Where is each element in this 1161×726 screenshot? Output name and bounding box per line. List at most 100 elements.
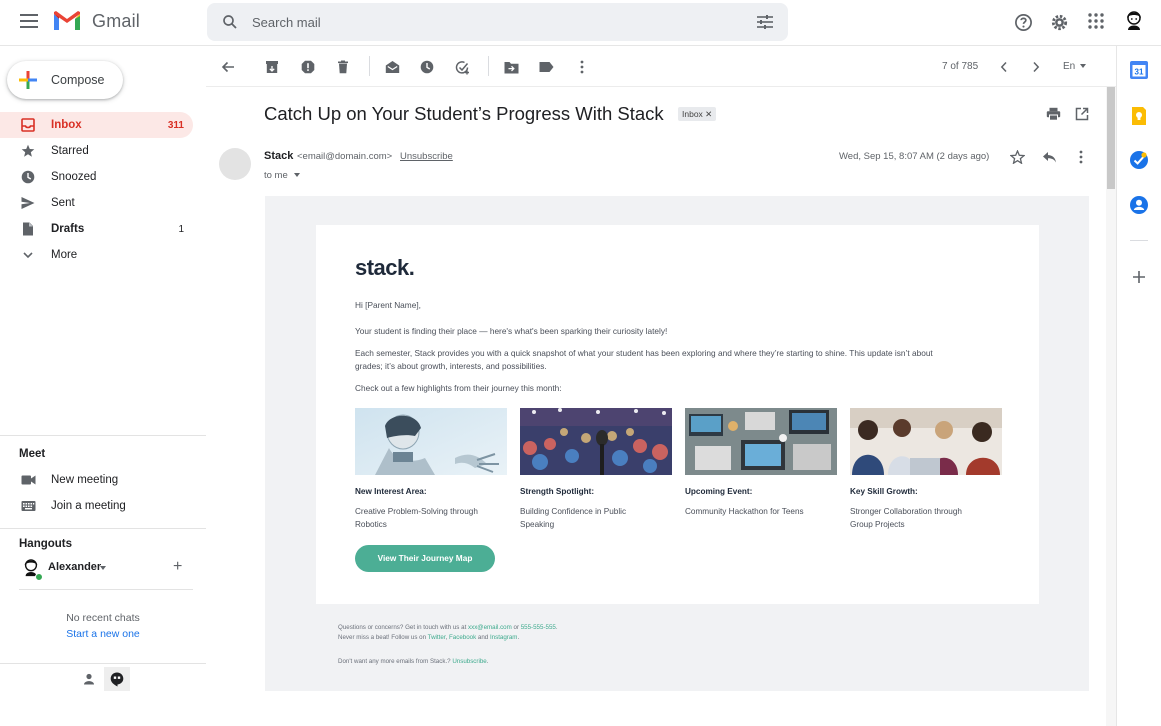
robot-image [355, 408, 507, 475]
new-chat-plus-icon[interactable]: + [173, 558, 182, 576]
greeting: Hi [Parent Name], [355, 300, 421, 310]
footer-text: Don't want any more emails from Stack.? [338, 658, 453, 665]
main-menu-icon[interactable] [20, 14, 38, 28]
gmail-logo[interactable]: Gmail [52, 10, 140, 32]
start-new-chat-link[interactable]: Start a new one [0, 628, 206, 640]
search-icon[interactable] [221, 13, 239, 31]
nav-item-drafts[interactable]: Drafts 1 [0, 216, 193, 242]
highlight-card: New Interest Area: Creative Problem-Solv… [355, 408, 507, 531]
nav-item-more[interactable]: More [0, 242, 193, 268]
nav-item-sent[interactable]: Sent [0, 190, 193, 216]
apps-grid-icon[interactable] [1088, 13, 1104, 29]
message-more-options-icon[interactable] [1073, 149, 1089, 165]
hackathon-desk-image [685, 408, 837, 475]
snooze-clock-icon[interactable] [419, 59, 435, 75]
compose-plus-icon [19, 71, 37, 89]
footer-text: and [476, 634, 490, 641]
scroll-thumb[interactable] [1107, 87, 1115, 189]
input-language-selector[interactable]: En [1063, 61, 1086, 72]
search-input[interactable] [252, 12, 732, 32]
status-dropdown-icon[interactable] [100, 566, 106, 570]
tasks-icon[interactable] [1129, 150, 1149, 170]
hangouts-icon [110, 672, 124, 686]
footer-text: or [511, 624, 521, 631]
footer-email-link[interactable]: xxx@email.com [468, 624, 512, 631]
highlight-title: New Interest Area: [355, 487, 427, 496]
highlight-desc-line: Building Confidence in Public [520, 507, 627, 516]
hangouts-tab[interactable] [104, 667, 130, 691]
reply-icon[interactable] [1041, 149, 1057, 165]
move-to-folder-icon[interactable] [503, 59, 519, 75]
nav-item-inbox[interactable]: Inbox 311 [0, 112, 193, 138]
nav-item-snoozed[interactable]: Snoozed [0, 164, 193, 190]
search-bar[interactable] [207, 3, 788, 41]
bottom-tabs [0, 663, 206, 691]
newer-chevron-icon[interactable] [996, 59, 1012, 75]
message-scrollbar[interactable] [1106, 87, 1116, 726]
add-to-tasks-icon[interactable] [454, 59, 470, 75]
mark-unread-icon[interactable] [384, 59, 400, 75]
sender-name[interactable]: Stack [264, 150, 293, 162]
draft-icon [23, 222, 33, 236]
unread-count: 311 [167, 119, 184, 131]
email-date: Wed, Sep 15, 8:07 AM (2 days ago) [839, 151, 990, 162]
open-in-new-window-icon[interactable] [1074, 106, 1090, 122]
stack-logo: stack. [355, 255, 415, 280]
online-status-dot [35, 573, 43, 581]
account-avatar-icon[interactable] [1124, 10, 1144, 32]
highlight-title: Key Skill Growth: [850, 487, 918, 496]
calendar-icon[interactable]: 31 [1129, 60, 1149, 80]
recipient-details-toggle[interactable]: to me [264, 170, 300, 181]
meet-section-title: Meet [19, 448, 46, 460]
report-spam-icon[interactable] [300, 59, 316, 75]
highlight-card: Upcoming Event: Community Hackathon for … [685, 408, 837, 518]
search-options-icon[interactable] [756, 14, 774, 30]
new-meeting-button[interactable]: New meeting [0, 468, 200, 492]
draft-count: 1 [178, 223, 184, 235]
nav-label: Starred [51, 145, 89, 157]
highlight-card: Key Skill Growth: Stronger Collaboration… [850, 408, 1002, 531]
hangouts-section-title: Hangouts [19, 538, 73, 550]
back-arrow-icon[interactable] [220, 59, 236, 75]
star-message-icon[interactable] [1009, 149, 1025, 165]
footer-contact-line: Questions or concerns? Get in touch with… [338, 624, 558, 631]
instagram-link[interactable]: Instagram [490, 634, 518, 641]
highlight-description: Creative Problem-Solving through Robotics [355, 505, 507, 531]
star-icon [21, 144, 35, 157]
more-options-icon[interactable] [574, 59, 590, 75]
divider [19, 589, 193, 590]
inbox-label-chip[interactable]: Inbox ✕ [678, 107, 717, 121]
footer-phone-link[interactable]: 555-555-555 [521, 624, 556, 631]
nav-item-starred[interactable]: Starred [0, 138, 193, 164]
twitter-link[interactable]: Twitter [428, 634, 446, 641]
older-chevron-icon[interactable] [1028, 59, 1044, 75]
hangouts-user[interactable]: Alexander + [0, 554, 200, 581]
rail-divider [1130, 240, 1148, 241]
delete-icon[interactable] [335, 59, 351, 75]
unsubscribe-link[interactable]: Unsubscribe [400, 151, 453, 162]
footer-unsubscribe-link[interactable]: Unsubscribe [452, 658, 486, 665]
highlight-title: Upcoming Event: [685, 487, 753, 496]
remove-label-icon[interactable]: ✕ [705, 109, 712, 119]
person-icon [84, 673, 94, 685]
no-recent-chats: No recent chats [66, 612, 140, 624]
join-meeting-button[interactable]: Join a meeting [0, 494, 200, 518]
label-tag-icon[interactable] [538, 59, 554, 75]
compose-button[interactable]: Compose [7, 61, 123, 99]
footer-social-line: Never miss a beat! Follow us on Twitter,… [338, 634, 519, 641]
archive-icon[interactable] [264, 59, 280, 75]
keep-notes-icon[interactable] [1129, 106, 1149, 126]
sender-email: <email@domain.com> [297, 151, 393, 162]
toolbar-divider [488, 56, 489, 76]
contacts-icon[interactable] [1129, 195, 1149, 215]
contacts-tab[interactable] [76, 667, 102, 691]
add-addon-plus-icon[interactable] [1129, 267, 1149, 287]
side-panel-rail: 31 [1116, 46, 1161, 726]
highlight-title: Strength Spotlight: [520, 487, 595, 496]
print-icon[interactable] [1045, 106, 1061, 122]
sender-avatar[interactable] [219, 148, 251, 180]
view-journey-map-button[interactable]: View Their Journey Map [355, 545, 495, 572]
facebook-link[interactable]: Facebook [449, 634, 476, 641]
help-icon[interactable] [1014, 13, 1033, 32]
settings-gear-icon[interactable] [1050, 13, 1069, 32]
